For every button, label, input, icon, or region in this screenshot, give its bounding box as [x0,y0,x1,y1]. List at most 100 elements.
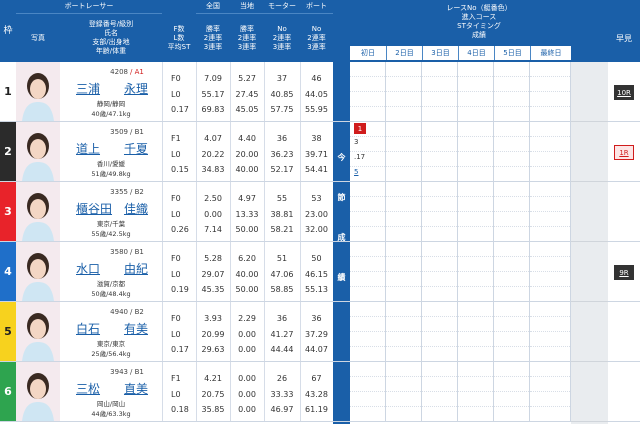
motor-3rate: 58.85 [270,285,294,294]
touchi-2rate: 13.33 [235,210,259,219]
zenkoku-win-rate: 2.50 [204,194,222,203]
race-number-badge[interactable]: 1 [354,123,366,134]
racer-info: 4208 / A1 三浦 永理 静岡/静岡 40歳/47.1kg [60,62,162,121]
racer-name-link[interactable]: 道上 千夏 [76,140,148,157]
konsetu-day-cell [458,242,494,301]
motor-stats: 51 47.06 58.85 [264,242,300,301]
racer-class-value: B1 [134,128,144,136]
finish-result[interactable]: 5 [354,168,358,176]
racer-info: 3943 / B1 三松 直美 岡山/岡山 44歳/63.3kg [60,362,162,421]
touchi-3rate: 50.00 [235,285,259,294]
konsetu-day-cell [386,122,422,181]
motor-3rate: 46.97 [270,405,294,414]
racer-name-link[interactable]: 三松 直美 [76,380,148,397]
touchi-2rate: 20.00 [235,150,259,159]
touchi-win-rate: 0.00 [238,374,256,383]
hayami-race-link[interactable]: 10R [614,85,634,100]
fl-stats: F0 L0 0.17 [162,302,196,361]
l-count: L0 [171,210,181,219]
motor-2rate: 40.85 [270,90,294,99]
motor-no: 36 [276,134,288,143]
zenkoku-2rate: 20.99 [201,330,225,339]
konsetu-day-cell [422,302,458,361]
konsetu-day-cell [422,182,458,241]
motor-2rate: 41.27 [270,330,294,339]
konsetu-day-cell [494,122,530,181]
entry-course: 3 [354,138,359,146]
touchi-stats: 4.40 20.00 40.00 [230,122,264,181]
motor-2rate: 33.33 [270,390,294,399]
racer-last-name: 白石 [76,322,101,336]
konsetu-day-cell [458,302,494,361]
boat-stats: 36 37.29 44.07 [300,302,333,361]
racer-name-link[interactable]: 水口 由紀 [76,260,148,277]
touchi-2rate: 40.00 [235,270,259,279]
boat-no: 67 [311,374,322,383]
waku-number: 4 [0,242,16,301]
konsetu-day-cell [422,242,458,301]
boat-3rate: 32.00 [305,225,328,234]
racer-class: / B2 [130,188,144,196]
racer-info: 3509 / B1 道上 千夏 香川/愛媛 51歳/49.8kg [60,122,162,181]
konsetu-day-cell [458,362,494,421]
touchi-win-rate: 4.97 [238,194,256,203]
boat-stats: 38 39.71 54.41 [300,122,333,181]
motor-stats: 36 36.23 52.17 [264,122,300,181]
st-timing: .17 [354,153,366,161]
boat-3rate: 44.07 [305,345,328,354]
zenkoku-3rate: 34.83 [201,165,225,174]
boat-stats: 67 43.28 61.19 [300,362,333,421]
f-count: F0 [171,254,181,263]
racer-first-name: 千夏 [123,142,148,156]
hayami-race-link[interactable]: 9R [614,265,634,280]
motor-2rate: 47.06 [270,270,294,279]
racer-info-header: 登録番号/級別 氏名 支部/出身地 年齢/体重 [88,20,134,55]
racer-portrait-icon [16,362,60,421]
zenkoku-stats: 7.09 55.17 69.83 [196,62,230,121]
konsetu-day-cell [422,362,458,421]
hayami-header: 早見 [608,0,640,62]
row-divider [571,421,608,422]
boat-title: ボート [300,0,333,14]
racer-class-value: B1 [134,248,144,256]
boat-2rate: 23.00 [305,210,328,219]
racer-last-name: 三浦 [76,82,101,96]
racer-photo [16,62,60,121]
boat-stats: 53 23.00 32.00 [300,182,333,241]
konsetu-day-cell [458,122,494,181]
racer-photo [16,302,60,361]
waku-number: 3 [0,182,16,241]
racer-last-name: 櫃谷田 [76,202,113,216]
day-4: 4日目 [458,46,494,60]
konsetu-day-cell [494,302,530,361]
racer-class: / B1 [130,128,144,136]
racer-name-link[interactable]: 櫃谷田 佳織 [76,200,148,217]
hayami-race-link[interactable]: 1R [614,145,634,160]
touchi-title: 当地 [230,0,264,14]
avg-st: 0.26 [171,225,189,234]
racer-first-name: 由紀 [123,262,148,276]
racer-photo [16,122,60,181]
l-count: L0 [171,90,181,99]
konsetu-day-cell [350,242,386,301]
racer-class-value: B2 [134,188,144,196]
konsetu-day-cell [494,242,530,301]
racer-name-link[interactable]: 白石 有美 [76,320,148,337]
konsetu-info: レースNo（艇番色） 進入コース STタイミング 成績 [446,4,512,39]
hayami-label: 早見 [616,33,632,43]
touchi-win-rate: 5.27 [238,74,256,83]
boat-stats: 46 44.05 55.95 [300,62,333,121]
boat-no: 36 [311,314,322,323]
racer-name-link[interactable]: 三浦 永理 [76,80,148,97]
zenkoku-stats: 4.07 20.22 34.83 [196,122,230,181]
racer-portrait-icon [16,62,60,121]
age-weight: 51歳/49.8kg [91,170,131,178]
konsetu-day-cell [494,182,530,241]
motor-3rate: 44.44 [270,345,294,354]
racer-first-name: 有美 [123,322,148,336]
racer-info: 3355 / B2 櫃谷田 佳織 東京/千葉 55歳/42.5kg [60,182,162,241]
zenkoku-3rate: 69.83 [201,105,225,114]
touchi-stats: 4.97 13.33 50.00 [230,182,264,241]
touchi-header: 当地 勝率 2連率 3連率 [230,0,264,62]
racer-portrait-icon [16,242,60,301]
